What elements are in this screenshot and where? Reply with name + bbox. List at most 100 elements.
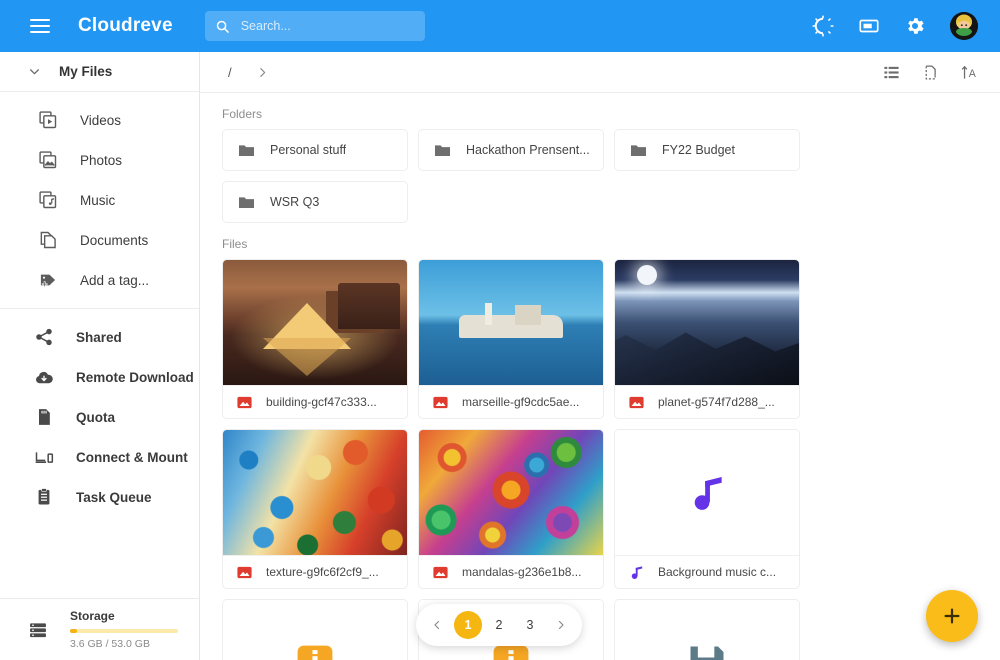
image-icon xyxy=(237,396,252,408)
sidebar-item-quota[interactable]: Quota xyxy=(0,397,199,437)
folder-card[interactable]: FY22 Budget xyxy=(614,129,800,171)
pagination-page-1[interactable]: 1 xyxy=(454,611,482,639)
sidebar-item-add-tag[interactable]: Add a tag... xyxy=(0,260,199,300)
music-note-icon xyxy=(631,565,643,579)
sidebar-item-task-queue[interactable]: Task Queue xyxy=(0,477,199,517)
storage-summary[interactable]: Storage 3.6 GB / 53.0 GB xyxy=(0,598,200,660)
plus-icon xyxy=(944,608,960,624)
file-card[interactable]: marseille-gf9cdc5ae... xyxy=(418,259,604,419)
add-button[interactable] xyxy=(926,590,978,642)
devices-icon xyxy=(35,452,54,464)
image-icon xyxy=(237,566,252,578)
folder-icon xyxy=(238,144,255,156)
file-footer: texture-g9fc6f2cf9_... xyxy=(223,555,407,588)
breadcrumb-root[interactable]: / xyxy=(228,65,232,80)
list-view-icon[interactable] xyxy=(883,64,900,81)
chevron-down-icon xyxy=(30,69,39,75)
sidebar-my-files-label: My Files xyxy=(59,64,113,79)
file-card[interactable]: mandalas-g236e1b8... xyxy=(418,429,604,589)
file-footer: planet-g574f7d288_... xyxy=(615,385,799,418)
storage-usage-text: 3.6 GB / 53.0 GB xyxy=(70,638,150,650)
sidebar-item-label: Documents xyxy=(80,232,149,248)
pagination-prev[interactable] xyxy=(423,611,451,639)
storage-progress-fill xyxy=(70,629,78,633)
folder-icon xyxy=(630,144,647,156)
file-name: marseille-gf9cdc5ae... xyxy=(462,395,580,410)
chevron-right-icon[interactable] xyxy=(256,66,269,79)
thumbnail-art xyxy=(615,260,799,386)
sidebar-item-videos[interactable]: Videos xyxy=(0,100,199,140)
search-icon xyxy=(216,20,229,33)
sidebar-item-label: Quota xyxy=(76,409,115,425)
floppy-disk-icon xyxy=(690,646,724,660)
file-thumbnail xyxy=(223,260,407,386)
storage-meta: Storage 3.6 GB / 53.0 GB xyxy=(70,609,178,650)
cloud-download-icon xyxy=(36,371,53,384)
file-thumbnail xyxy=(615,600,799,660)
archive-icon xyxy=(297,645,333,660)
file-name: Background music c... xyxy=(658,565,777,580)
pagination-next[interactable] xyxy=(547,611,575,639)
folder-card[interactable]: Hackathon Prensent... xyxy=(418,129,604,171)
sidebar-item-connect-mount[interactable]: Connect & Mount xyxy=(0,437,199,477)
search-placeholder: Search... xyxy=(240,19,291,33)
thumbnail-art xyxy=(223,260,407,386)
file-card[interactable]: Background music c... xyxy=(614,429,800,589)
svg-text:A: A xyxy=(969,67,977,79)
thumbnail-art xyxy=(223,430,407,556)
file-card[interactable]: building-gcf47c333... xyxy=(222,259,408,419)
chevron-right-icon xyxy=(558,620,564,630)
files-area: Folders Personal stuff Hackathon Prensen… xyxy=(200,93,1000,660)
pagination: 1 2 3 xyxy=(416,604,582,646)
app-header: Cloudreve Search... xyxy=(0,0,1000,52)
search-input[interactable]: Search... xyxy=(204,11,425,41)
header-actions xyxy=(812,12,978,40)
file-footer: mandalas-g236e1b8... xyxy=(419,555,603,588)
file-thumbnail xyxy=(223,600,407,660)
file-card[interactable] xyxy=(614,599,800,660)
content-area: / A Folders Personal stuff Hackathon Pre… xyxy=(200,52,1000,660)
folder-name: FY22 Budget xyxy=(662,143,735,157)
brightness-contrast-icon[interactable] xyxy=(812,15,834,37)
sidebar-item-photos[interactable]: Photos xyxy=(0,140,199,180)
sidebar-item-music[interactable]: Music xyxy=(0,180,199,220)
photo-icon xyxy=(39,151,57,169)
sidebar-item-label: Remote Download xyxy=(76,369,194,385)
folder-name: Hackathon Prensent... xyxy=(466,143,590,157)
clipboard-icon xyxy=(38,488,50,505)
folder-card[interactable]: Personal stuff xyxy=(222,129,408,171)
documents-icon xyxy=(40,231,56,249)
file-footer: marseille-gf9cdc5ae... xyxy=(419,385,603,418)
folder-name: WSR Q3 xyxy=(270,195,320,209)
image-icon xyxy=(629,396,644,408)
video-icon xyxy=(39,111,57,129)
sidebar-links: Shared Remote Download Quota Connect & M… xyxy=(0,309,199,525)
sidebar-item-documents[interactable]: Documents xyxy=(0,220,199,260)
pagination-page-2[interactable]: 2 xyxy=(485,611,513,639)
sort-alpha-icon[interactable]: A xyxy=(961,64,978,81)
gear-icon[interactable] xyxy=(904,15,926,37)
sidebar-item-remote-download[interactable]: Remote Download xyxy=(0,357,199,397)
file-name: building-gcf47c333... xyxy=(266,395,377,410)
pagination-page-3[interactable]: 3 xyxy=(516,611,544,639)
folder-card[interactable]: WSR Q3 xyxy=(222,181,408,223)
music-note-icon xyxy=(694,476,722,510)
file-card[interactable]: planet-g574f7d288_... xyxy=(614,259,800,419)
storage-icon xyxy=(30,622,46,637)
file-footer: building-gcf47c333... xyxy=(223,385,407,418)
file-card[interactable]: texture-g9fc6f2cf9_... xyxy=(222,429,408,589)
sidebar-item-label: Shared xyxy=(76,329,122,345)
tag-add-icon xyxy=(40,274,56,287)
file-card[interactable]: windows-x64-repair... xyxy=(222,599,408,660)
hamburger-icon[interactable] xyxy=(30,19,50,33)
file-dashed-icon[interactable] xyxy=(922,64,939,81)
sidebar-item-label: Connect & Mount xyxy=(76,449,188,465)
sidebar: My Files Videos Photos Music Documents A… xyxy=(0,52,200,660)
sidebar-my-files[interactable]: My Files xyxy=(0,52,199,92)
music-icon xyxy=(39,191,57,209)
sidebar-item-label: Task Queue xyxy=(76,489,152,505)
sidebar-item-shared[interactable]: Shared xyxy=(0,317,199,357)
card-storage-icon[interactable] xyxy=(858,15,880,37)
share-icon xyxy=(36,328,52,346)
avatar[interactable] xyxy=(950,12,978,40)
